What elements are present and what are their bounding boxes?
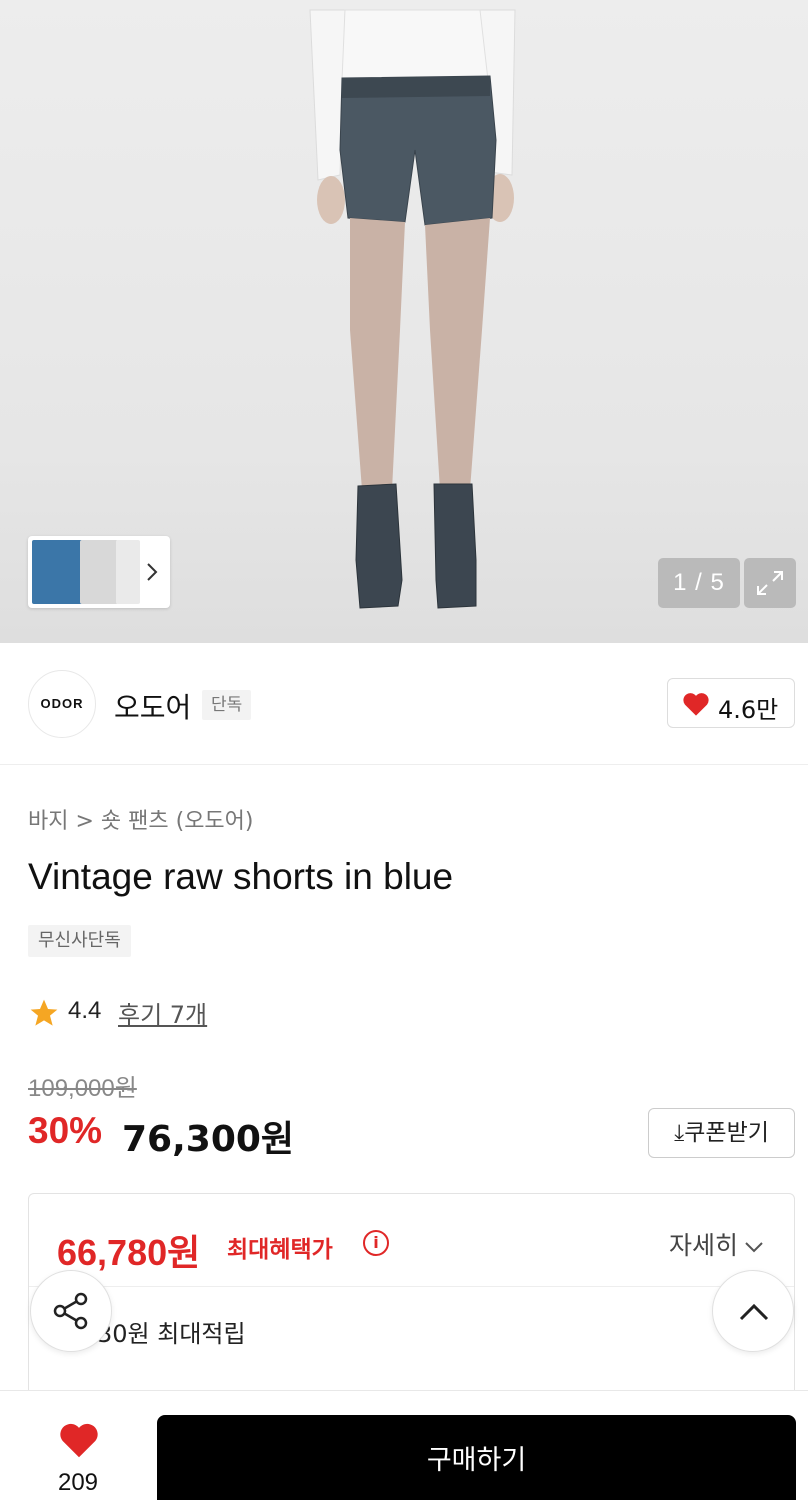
thumbnail-3[interactable] xyxy=(116,540,140,604)
heart-icon[interactable] xyxy=(58,1421,100,1459)
image-counter: 1 / 5 xyxy=(658,558,740,608)
sale-price: 76,300원 xyxy=(122,1119,295,1160)
brand-row: ODOR 오도어 단독 4.6만 xyxy=(0,643,808,765)
star-icon xyxy=(30,999,58,1026)
chevron-up-icon xyxy=(739,1303,769,1321)
bottom-bar: 209 구매하기 xyxy=(0,1390,808,1500)
discount-rate: 30% xyxy=(28,1110,103,1151)
brand-logo[interactable]: ODOR xyxy=(28,670,96,738)
expand-icon xyxy=(757,571,783,595)
expand-button[interactable] xyxy=(744,558,796,608)
chevron-down-icon xyxy=(745,1242,763,1253)
breadcrumb[interactable]: 바지 > 숏 팬츠 (오도어) xyxy=(28,803,254,835)
max-benefit-price: 66,780원 xyxy=(57,1232,201,1273)
rating-value: 4.4 xyxy=(68,997,102,1024)
coupon-button[interactable]: ⤓쿠폰받기 xyxy=(648,1108,795,1158)
product-image-gallery[interactable]: 1 / 5 xyxy=(0,0,808,643)
original-price: 109,000원 xyxy=(28,1075,137,1102)
scroll-top-button[interactable] xyxy=(712,1270,794,1352)
share-button[interactable] xyxy=(30,1270,112,1352)
brand-like-count: 4.6만 xyxy=(718,696,779,724)
coupon-label: 쿠폰받기 xyxy=(684,1120,769,1146)
brand-like-button[interactable]: 4.6만 xyxy=(667,678,795,728)
brand-name[interactable]: 오도어 xyxy=(114,686,191,726)
max-benefit-label: 최대혜택가 xyxy=(227,1237,333,1263)
benefit-box: 66,780원 최대혜택가 i 자세히 30원 최대적립 xyxy=(28,1193,795,1413)
thumbnail-1[interactable] xyxy=(32,540,86,604)
review-link[interactable]: 후기 7개 xyxy=(118,995,207,1030)
max-points: 30원 최대적립 xyxy=(97,1320,246,1348)
buy-button[interactable]: 구매하기 xyxy=(157,1415,796,1500)
wish-count: 209 xyxy=(57,1469,99,1496)
divider xyxy=(29,1286,794,1287)
detail-toggle[interactable]: 자세히 xyxy=(669,1226,764,1262)
info-icon[interactable]: i xyxy=(363,1230,389,1256)
download-icon: ⤓ xyxy=(674,1120,685,1146)
product-title: Vintage raw shorts in blue xyxy=(28,856,454,897)
thumbnail-2[interactable] xyxy=(80,540,118,604)
chevron-right-icon[interactable] xyxy=(144,558,160,586)
share-icon xyxy=(53,1292,88,1330)
exclusive-tag: 단독 xyxy=(202,690,252,720)
musinsa-exclusive-badge: 무신사단독 xyxy=(28,925,131,957)
thumbnail-strip[interactable] xyxy=(28,536,170,608)
heart-icon xyxy=(683,693,709,716)
detail-label: 자세히 xyxy=(668,1231,738,1260)
